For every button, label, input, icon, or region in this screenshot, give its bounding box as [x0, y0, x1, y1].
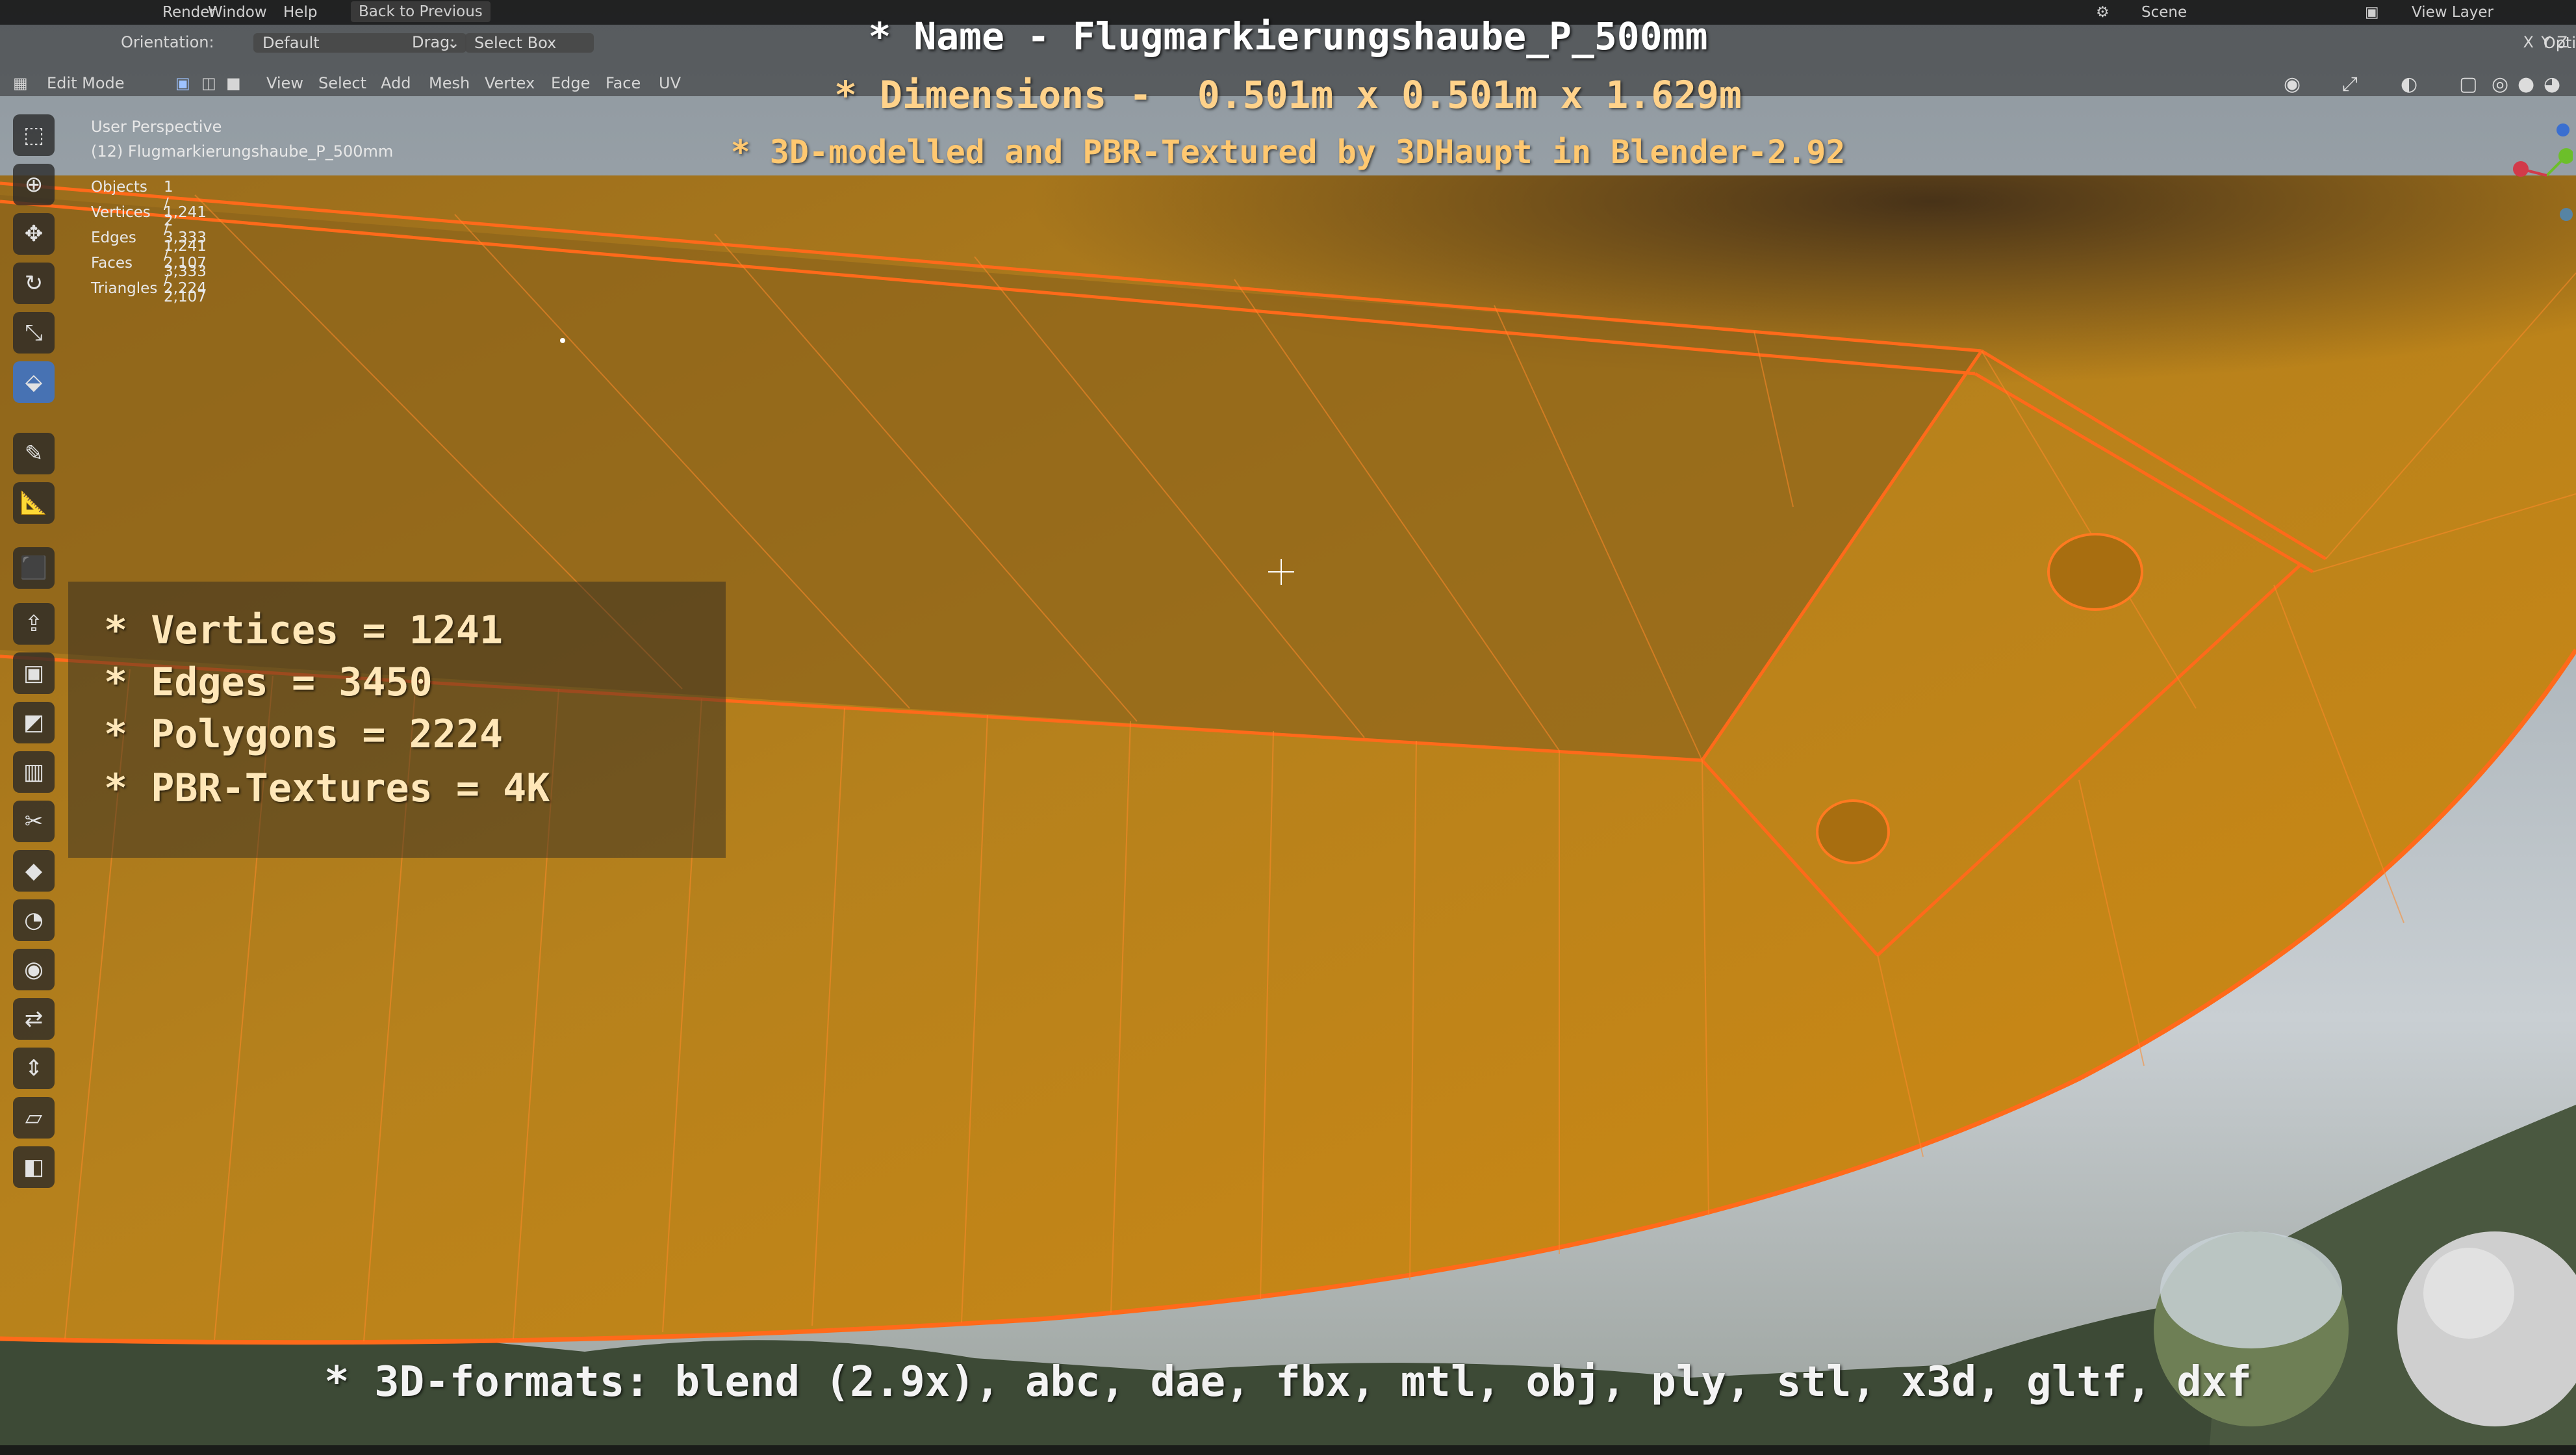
- move-tool-button[interactable]: ✥: [13, 213, 55, 255]
- shear-tool-button[interactable]: ▱: [13, 1097, 55, 1139]
- viewport-info: User Perspective (12) Flugmarkierungshau…: [91, 114, 393, 164]
- overlay-name-line: * Name - Flugmarkierungshaube_P_500mm: [868, 14, 1708, 58]
- overlay-polygons-line: * Polygons = 2224: [104, 712, 504, 757]
- stats-key: Edges: [91, 229, 136, 246]
- status-bar: [0, 1445, 2576, 1455]
- stats-value: 2,224: [164, 280, 207, 297]
- overlay-formats-line: * 3D-formats: blend (2.9x), abc, dae, fb…: [324, 1358, 2252, 1406]
- add-cube-icon: ⬛: [19, 555, 48, 581]
- stats-key: Faces: [91, 255, 133, 272]
- knife-tool-button[interactable]: ✂: [13, 801, 55, 842]
- rip-icon: ◧: [23, 1154, 45, 1180]
- overlay-edges-line: * Edges = 3450: [104, 660, 433, 705]
- select-box-icon: ⬚: [23, 122, 45, 148]
- stats-key: Vertices: [91, 204, 151, 221]
- loop-cut-icon: ▥: [23, 759, 45, 785]
- transform-icon: ⬙: [25, 369, 43, 395]
- stats-key: Objects: [91, 179, 147, 196]
- tool-shelf: ⬚ ⊕ ✥ ↻ ⤡ ⬙ ✎ 📐 ⬛ ⇪ ▣ ◩ ▥ ✂ ◆ ◔ ◉ ⇄ ⇕ ▱ ◧: [9, 114, 68, 1245]
- cursor-tool-button[interactable]: ⊕: [13, 164, 55, 205]
- overlay-stats-box: * Vertices = 1241 * Edges = 3450 * Polyg…: [68, 582, 726, 858]
- 3d-viewport[interactable]: Render Window Help Back to Previous ⚙ Sc…: [0, 0, 2576, 1455]
- measure-icon: 📐: [19, 490, 48, 516]
- extrude-tool-button[interactable]: ⇪: [13, 603, 55, 645]
- move-icon: ✥: [24, 221, 44, 247]
- overlay-dimensions-line: * Dimensions - 0.501m x 0.501m x 1.629m: [834, 73, 1742, 117]
- shrink-fatten-icon: ⇕: [24, 1055, 44, 1081]
- shrink-fatten-tool-button[interactable]: ⇕: [13, 1048, 55, 1089]
- knife-icon: ✂: [24, 808, 44, 834]
- stats-key: Triangles: [91, 280, 158, 297]
- rip-tool-button[interactable]: ◧: [13, 1146, 55, 1188]
- cursor-icon: ⊕: [24, 172, 44, 198]
- spin-icon: ◔: [24, 907, 44, 933]
- add-cube-tool-button[interactable]: ⬛: [13, 547, 55, 589]
- scale-icon: ⤡: [25, 320, 43, 346]
- bevel-icon: ◩: [23, 710, 45, 736]
- bevel-tool-button[interactable]: ◩: [13, 702, 55, 743]
- object-label: (12) Flugmarkierungshaube_P_500mm: [91, 142, 394, 161]
- measure-tool-button[interactable]: 📐: [13, 482, 55, 524]
- rotate-icon: ↻: [24, 270, 44, 296]
- scale-tool-button[interactable]: ⤡: [13, 312, 55, 354]
- inset-icon: ▣: [23, 660, 45, 686]
- inset-tool-button[interactable]: ▣: [13, 652, 55, 694]
- poly-build-tool-button[interactable]: ◆: [13, 850, 55, 892]
- poly-build-icon: ◆: [25, 858, 43, 884]
- navigation-gizmo[interactable]: [2508, 117, 2573, 234]
- transform-tool-button[interactable]: ⬙: [13, 361, 55, 403]
- spin-tool-button[interactable]: ◔: [13, 899, 55, 941]
- select-box-tool-button[interactable]: ⬚: [13, 114, 55, 156]
- perspective-label: User Perspective: [91, 118, 222, 136]
- edge-slide-icon: ⇄: [24, 1006, 44, 1032]
- edge-slide-tool-button[interactable]: ⇄: [13, 998, 55, 1040]
- annotate-icon: ✎: [24, 441, 44, 467]
- smooth-icon: ◉: [24, 957, 44, 983]
- loop-cut-tool-button[interactable]: ▥: [13, 751, 55, 793]
- rotate-tool-button[interactable]: ↻: [13, 263, 55, 304]
- shear-icon: ▱: [25, 1105, 43, 1131]
- 3d-cursor-icon: [1268, 559, 1294, 585]
- overlay-textures-line: * PBR-Textures = 4K: [104, 766, 550, 811]
- annotate-tool-button[interactable]: ✎: [13, 433, 55, 474]
- extrude-icon: ⇪: [24, 611, 44, 637]
- smooth-tool-button[interactable]: ◉: [13, 949, 55, 990]
- overlay-vertices-line: * Vertices = 1241: [104, 608, 504, 653]
